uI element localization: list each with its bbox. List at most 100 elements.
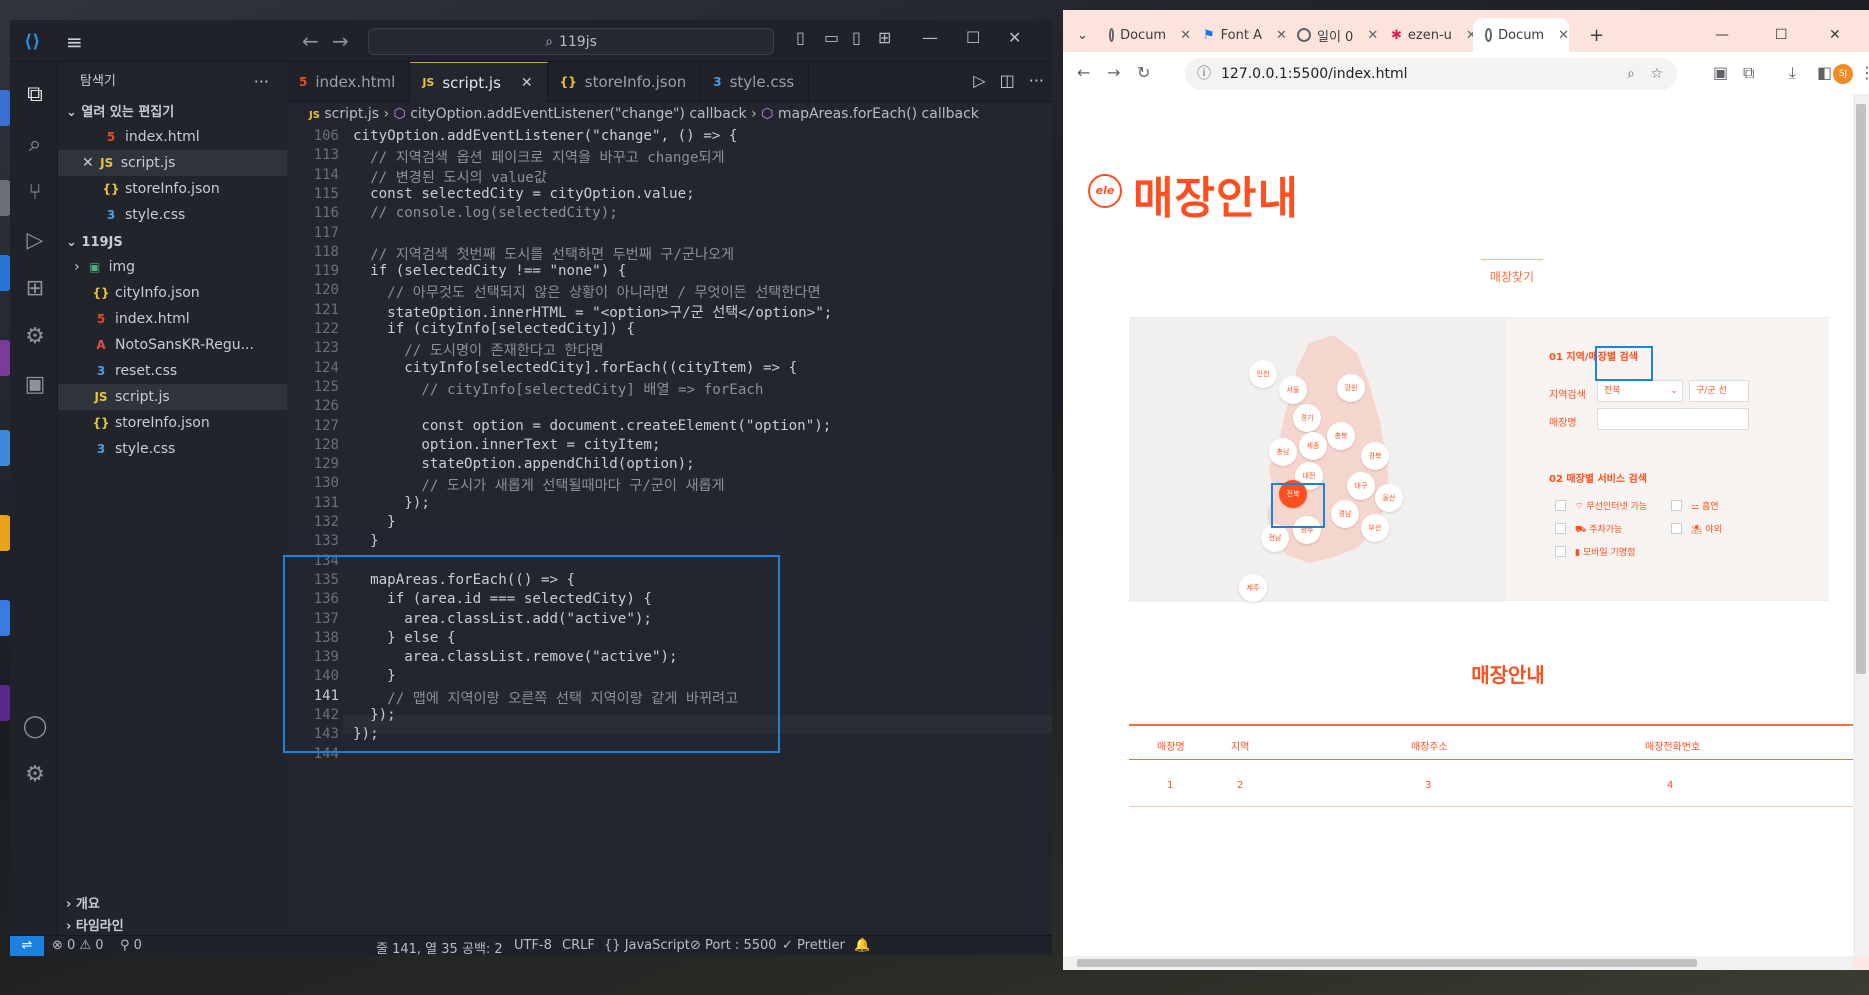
tab-storeinfo-json[interactable]: {} storeInfo.json [548, 62, 702, 102]
breadcrumb-item[interactable]: mapAreas.forEach() callback [778, 106, 979, 122]
scroll-thumb[interactable] [1077, 959, 1697, 967]
reload-icon[interactable]: ↻ [1137, 63, 1150, 82]
parking-checkbox[interactable] [1555, 523, 1566, 534]
tab-index-html[interactable]: 5 index.html [287, 62, 411, 102]
back-icon[interactable]: ← [302, 29, 319, 53]
more-icon[interactable]: ··· [1029, 71, 1044, 90]
live-server-port[interactable]: ⊘ Port : 5500 [690, 938, 777, 953]
tab-style-css[interactable]: 3 style.css [701, 62, 810, 102]
map-region-bubble[interactable]: 세종 [1299, 432, 1327, 460]
new-tab-button[interactable]: + [1577, 18, 1604, 52]
git-graph-icon[interactable]: ⚙ [22, 324, 48, 350]
file-item[interactable]: JS script.js [58, 384, 287, 410]
open-editor-item[interactable]: 3 style.css [58, 202, 287, 228]
district-select[interactable]: 구/군 선 [1689, 380, 1749, 402]
wifi-checkbox[interactable] [1555, 500, 1566, 511]
minimize-button[interactable]: — [1703, 18, 1729, 52]
settings-gear-icon[interactable]: ⚙ [22, 762, 48, 788]
close-button[interactable]: ✕ [1817, 18, 1841, 52]
run-icon[interactable]: ▷ [973, 71, 985, 90]
browser-tab-active[interactable]: Docum ✕ [1473, 18, 1569, 52]
cursor-position[interactable]: 줄 141, 열 35 [376, 938, 458, 957]
ports-indicator[interactable]: ⚲ 0 [120, 938, 142, 953]
map-region-bubble[interactable]: 제주 [1239, 574, 1267, 602]
side-panel-icon[interactable]: ◧ [1817, 63, 1832, 82]
tab-script-js[interactable]: JS script.js ✕ [410, 62, 548, 103]
puzzle-icon[interactable]: ⧉ [1743, 63, 1754, 83]
map-region-bubble[interactable]: 울산 [1375, 484, 1403, 512]
toggle-panel-icon[interactable]: ▭ [824, 28, 839, 47]
notifications-icon[interactable]: 🔔 [854, 938, 870, 953]
problems-indicator[interactable]: ⊗ 0 ⚠ 0 [52, 938, 104, 953]
map-region-bubble[interactable]: 경남 [1331, 500, 1359, 528]
close-icon[interactable]: ✕ [1558, 28, 1569, 43]
split-editor-icon[interactable]: ◫ [1000, 71, 1015, 90]
map-region-bubble[interactable]: 강원 [1337, 374, 1365, 402]
explorer-icon[interactable]: ⧉ [22, 82, 48, 108]
indentation[interactable]: 공백: 2 [462, 938, 503, 957]
remote-icon[interactable]: ⇌ [10, 936, 44, 956]
file-item[interactable]: {} storeInfo.json [58, 410, 287, 436]
breadcrumb-item[interactable]: script.js [324, 106, 379, 122]
end-of-line[interactable]: CRLF [562, 938, 595, 953]
outdoor-checkbox[interactable] [1671, 523, 1682, 534]
close-icon[interactable]: ✕ [1180, 28, 1191, 43]
map-region-bubble[interactable]: 전남 [1261, 524, 1289, 552]
folder-section[interactable]: ⌄ 119JS [58, 232, 287, 254]
map-region-bubble[interactable]: 인천 [1249, 360, 1277, 388]
mobile-checkbox[interactable] [1555, 546, 1566, 557]
menu-icon[interactable]: ⋮ [1859, 63, 1869, 82]
browser-tab[interactable]: Docum ✕ [1097, 18, 1191, 52]
map-region-bubble[interactable]: 경기 [1293, 404, 1321, 432]
scroll-thumb[interactable] [1856, 104, 1866, 674]
file-item[interactable]: {} cityInfo.json [58, 280, 287, 306]
download-icon[interactable]: ⤓ [1789, 63, 1796, 83]
search-icon[interactable]: ⌕ [22, 132, 48, 158]
close-icon[interactable]: ✕ [1367, 28, 1378, 43]
map-region-bubble[interactable]: 대구 [1347, 472, 1375, 500]
extensions-icon[interactable]: ⊞ [22, 276, 48, 302]
file-item[interactable]: A NotoSansKR-Regu... [58, 332, 287, 358]
map-region-bubble[interactable]: 충북 [1327, 422, 1355, 450]
map-region-bubble[interactable]: 충남 [1269, 438, 1297, 466]
source-control-icon[interactable]: ⑂ [22, 180, 48, 206]
open-editor-item[interactable]: {} storeInfo.json [58, 176, 287, 202]
open-editor-item[interactable]: 5 index.html [58, 124, 287, 150]
maximize-button[interactable]: ☐ [966, 28, 980, 47]
tab-search-icon[interactable]: ⌄ [1069, 18, 1097, 52]
close-icon[interactable]: ✕ [521, 63, 533, 103]
store-name-input[interactable] [1597, 408, 1749, 430]
file-item[interactable]: 5 index.html [58, 306, 287, 332]
prettier-status[interactable]: ✓ Prettier [782, 938, 845, 953]
map-region-bubble[interactable]: 서울 [1279, 376, 1307, 404]
profile-avatar[interactable]: SJ [1833, 64, 1853, 84]
code-editor[interactable]: 106 cityOption.addEventListener("change",… [287, 126, 1052, 912]
vertical-scrollbar[interactable] [1853, 94, 1869, 956]
folder-item-img[interactable]: › ▣ img [58, 254, 287, 280]
smoking-checkbox[interactable] [1671, 500, 1682, 511]
ele-logo[interactable]: ele [1088, 174, 1122, 208]
browser-tab[interactable]: ⚑ Font A ✕ [1191, 18, 1287, 52]
remote-explorer-icon[interactable]: ▣ [22, 372, 48, 398]
browser-tab[interactable]: 일이 0 ✕ [1285, 18, 1379, 52]
toggle-secondary-sidebar-icon[interactable]: ▯ [852, 28, 861, 47]
map-region-bubble[interactable]: 부산 [1361, 514, 1389, 542]
site-info-icon[interactable]: ⓘ [1197, 58, 1211, 90]
zoom-icon[interactable]: ⌕ [1627, 58, 1635, 90]
menu-icon[interactable]: ≡ [66, 30, 83, 54]
forward-icon[interactable]: → [332, 29, 349, 53]
customize-layout-icon[interactable]: ⊞ [878, 28, 891, 47]
forward-icon[interactable]: → [1107, 63, 1120, 82]
toggle-sidebar-icon[interactable]: ▯ [796, 28, 805, 47]
open-editor-item[interactable]: ✕ JS script.js [58, 150, 287, 176]
encoding[interactable]: UTF-8 [514, 938, 552, 953]
more-actions-icon[interactable]: ··· [254, 62, 269, 102]
file-item[interactable]: 3 style.css [58, 436, 287, 462]
minimize-button[interactable]: — [922, 28, 938, 47]
open-editors-section[interactable]: ⌄ 열려 있는 편집기 [58, 102, 287, 124]
back-icon[interactable]: ← [1077, 63, 1090, 82]
extension-icon[interactable]: ▣ [1713, 63, 1728, 82]
horizontal-scrollbar[interactable] [1063, 956, 1853, 970]
browser-tab[interactable]: ✱ ezen-u ✕ [1379, 18, 1477, 52]
command-center-search[interactable]: ⌕ 119js [368, 28, 774, 55]
